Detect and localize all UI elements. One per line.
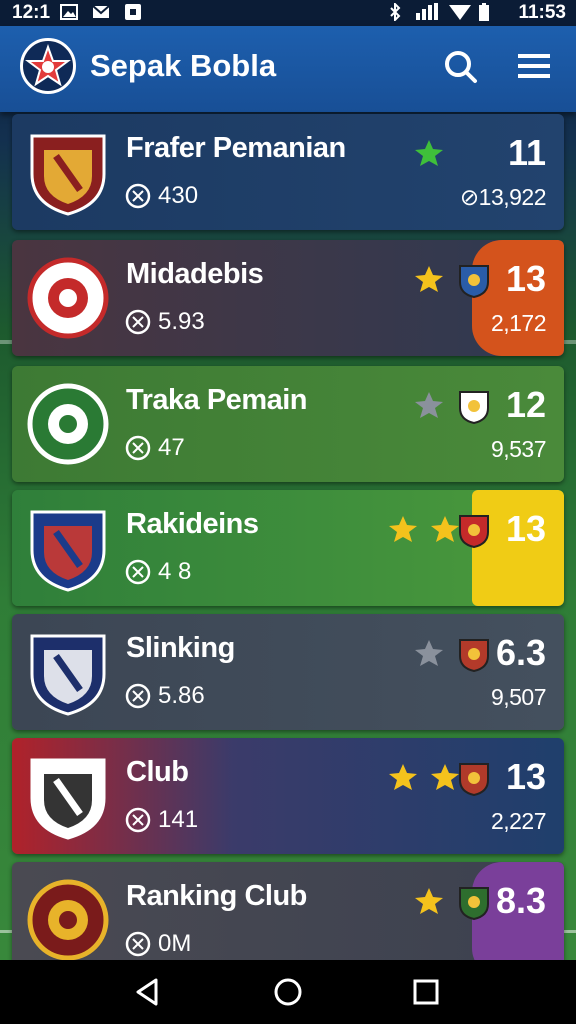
navigation-bar <box>0 960 576 1024</box>
club-points: 2,227 <box>490 808 547 834</box>
star-empty-icon[interactable] <box>414 390 444 420</box>
club-crest-icon <box>30 134 106 216</box>
app-bar: Sepak Bobla <box>0 26 576 112</box>
club-stat: 5.93 <box>158 308 205 335</box>
club-score: 8.3 <box>495 880 546 921</box>
stat-icon <box>125 559 151 585</box>
club-name: Club <box>126 756 189 788</box>
club-score: 13 <box>505 508 546 549</box>
club-badge-icon <box>459 515 489 548</box>
club-stat: 141 <box>158 806 199 833</box>
club-row[interactable]: Club 141 13 2,227 <box>12 738 564 854</box>
club-badge-icon <box>459 763 489 796</box>
stat-icon <box>125 435 151 461</box>
club-crest-icon <box>27 879 109 961</box>
club-name: Frafer Pemanian <box>126 132 346 164</box>
club-crest-icon <box>27 257 109 339</box>
star-filled-icon[interactable] <box>388 762 418 792</box>
club-stat: 430 <box>158 182 199 209</box>
app-logo <box>20 38 76 94</box>
star-filled-icon[interactable] <box>414 886 444 916</box>
club-name: Traka Pemain <box>126 384 308 416</box>
club-score: 13 <box>505 756 546 797</box>
club-points: 2,172 <box>490 310 547 336</box>
club-stat: 4 8 <box>158 558 192 585</box>
club-row[interactable]: Frafer Pemanian 430 11 ⊘13,922 <box>12 114 564 230</box>
star-logo-icon <box>25 44 71 87</box>
recents-icon[interactable] <box>408 974 444 1010</box>
bluetooth-icon <box>390 3 401 21</box>
club-name: Midadebis <box>126 258 264 290</box>
club-row[interactable]: Traka Pemain 47 12 9,537 <box>12 366 564 482</box>
stat-icon <box>125 931 151 957</box>
club-points: 9,507 <box>490 684 547 710</box>
star-filled-icon[interactable] <box>430 514 460 544</box>
star-filled-icon[interactable] <box>414 264 444 294</box>
club-name: Slinking <box>126 632 235 664</box>
club-badge-icon <box>459 639 489 672</box>
club-badge-icon <box>459 265 489 298</box>
search-icon[interactable] <box>440 46 480 86</box>
app-title: Sepak Bobla <box>90 48 277 83</box>
wifi-icon <box>449 5 471 20</box>
club-score: 6.3 <box>495 632 546 673</box>
star-filled-icon[interactable] <box>414 138 444 168</box>
app-icon <box>125 4 141 20</box>
stat-icon <box>125 807 151 833</box>
mail-icon <box>92 5 110 18</box>
back-icon[interactable] <box>130 974 166 1010</box>
star-empty-icon[interactable] <box>414 638 444 668</box>
menu-icon[interactable] <box>514 46 554 86</box>
star-filled-icon[interactable] <box>388 514 418 544</box>
stat-icon <box>125 183 151 209</box>
image-icon <box>60 4 78 20</box>
club-points: 9,537 <box>490 436 547 462</box>
status-time: 12:1 <box>12 2 51 23</box>
club-points: ⊘13,922 <box>459 184 547 210</box>
stat-icon <box>125 683 151 709</box>
club-name: Rakideins <box>126 508 259 540</box>
stat-icon <box>125 309 151 335</box>
club-stat: 5.86 <box>158 682 205 709</box>
club-crest-icon <box>27 383 109 465</box>
club-crest-icon <box>30 758 106 840</box>
signal-icon <box>416 3 438 20</box>
club-stat: 47 <box>158 434 185 461</box>
star-filled-icon[interactable] <box>430 762 460 792</box>
club-name: Ranking Club <box>126 880 307 912</box>
battery-icon <box>479 3 489 21</box>
club-score: 11 <box>507 132 546 173</box>
club-row[interactable]: Slinking 5.86 6.3 9,507 <box>12 614 564 730</box>
home-icon[interactable] <box>270 974 306 1010</box>
club-badge-icon <box>459 391 489 424</box>
club-score: 13 <box>505 258 546 299</box>
club-crest-icon <box>30 634 106 716</box>
club-score: 12 <box>505 384 546 425</box>
club-row[interactable]: Rakideins 4 8 13 <box>12 490 564 606</box>
status-right-time: 11:53 <box>518 2 566 23</box>
club-row[interactable]: Midadebis 5.93 13 2,172 <box>12 240 564 356</box>
club-crest-icon <box>30 510 106 592</box>
status-bar: 12:1 11:53 <box>0 0 576 26</box>
club-stat: 0M <box>158 930 192 957</box>
club-badge-icon <box>459 887 489 920</box>
